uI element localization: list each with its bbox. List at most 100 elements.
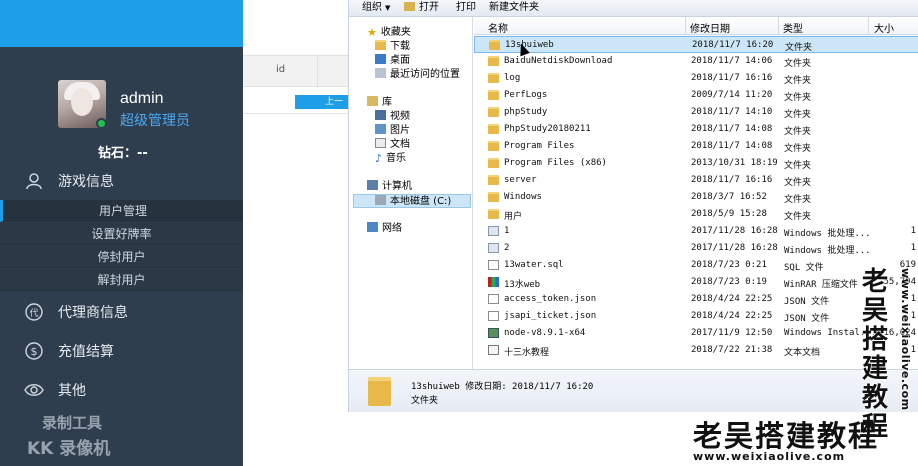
- menu-agent-info[interactable]: 代 代理商信息: [0, 297, 243, 327]
- user-icon: [26, 173, 42, 190]
- user-name: admin: [120, 90, 164, 107]
- file-row[interactable]: BaiduNetdiskDownload 2018/11/7 14:06 文件夹: [474, 53, 918, 70]
- file-date: 2018/11/7 16:16: [691, 175, 773, 185]
- submenu-user-management[interactable]: 用户管理: [0, 200, 243, 222]
- file-name: Windows: [504, 192, 542, 202]
- file-list-header: 名称 修改日期 类型 大小: [474, 17, 918, 35]
- column-size-header[interactable]: 大小: [874, 20, 894, 35]
- file-row[interactable]: access_token.json 2018/4/24 22:25 JSON 文件 1: [474, 291, 918, 308]
- vertical-watermark-url: www.weixiaolive.com: [899, 268, 912, 411]
- nav-pictures[interactable]: 图片: [375, 124, 410, 138]
- prev-page-button[interactable]: 上一: [295, 95, 348, 109]
- file-type: JSON 文件: [784, 297, 830, 307]
- music-icon: ♪: [375, 152, 383, 165]
- file-row[interactable]: phpStudy 2018/11/7 14:10 文件夹: [474, 104, 918, 121]
- column-name-header[interactable]: 名称: [488, 20, 508, 35]
- folder-icon: [488, 124, 499, 134]
- file-name: access_token.json: [504, 294, 597, 304]
- file-row[interactable]: 2 2017/11/28 16:28 Windows 批处理... 1: [474, 240, 918, 257]
- online-status-dot: [96, 118, 107, 129]
- nav-computer[interactable]: 计算机: [367, 180, 412, 194]
- file-row[interactable]: jsapi_ticket.json 2018/4/24 22:25 JSON 文件 1: [474, 308, 918, 325]
- submenu-ban-user[interactable]: 停封用户: [0, 246, 243, 268]
- nav-downloads[interactable]: 下载: [375, 40, 410, 54]
- file-name: jsapi_ticket.json: [504, 311, 597, 321]
- file-date: 2013/10/31 18:19: [691, 158, 778, 168]
- submenu-unban-user[interactable]: 解封用户: [0, 269, 243, 291]
- file-name: PerfLogs: [504, 90, 548, 100]
- folder-icon: [488, 56, 499, 66]
- open-icon: [404, 2, 415, 11]
- library-icon: [367, 96, 378, 106]
- nav-desktop[interactable]: 桌面: [375, 54, 410, 68]
- file-type: 文件夹: [784, 178, 812, 188]
- nav-network[interactable]: 网络: [367, 222, 402, 236]
- column-modified-header[interactable]: 修改日期: [690, 20, 730, 35]
- file-row[interactable]: PerfLogs 2009/7/14 11:20 文件夹: [474, 87, 918, 104]
- doc-icon: [488, 260, 499, 270]
- file-row[interactable]: Program Files (x86) 2013/10/31 18:19 文件夹: [474, 155, 918, 172]
- folder-icon: [488, 107, 499, 117]
- new-folder-button[interactable]: 新建文件夹: [489, 1, 539, 15]
- nav-music[interactable]: ♪ 音乐: [375, 152, 406, 166]
- file-row[interactable]: 十三水教程 2018/7/22 21:38 文本文档 1: [474, 342, 918, 359]
- file-row[interactable]: 用户 2018/5/9 15:28 文件夹: [474, 206, 918, 223]
- menu-other[interactable]: 其他: [0, 375, 243, 405]
- menu-game-info[interactable]: 游戏信息: [0, 166, 243, 196]
- picture-icon: [375, 124, 386, 134]
- txt-icon: [488, 345, 499, 355]
- file-type: WinRAR 压缩文件: [784, 280, 858, 290]
- file-row[interactable]: Windows 2018/3/7 16:52 文件夹: [474, 189, 918, 206]
- file-type: 文件夹: [784, 110, 812, 120]
- nav-videos[interactable]: 视频: [375, 110, 410, 124]
- nav-recent[interactable]: 最近访问的位置: [375, 68, 460, 82]
- table-header: id: [243, 55, 348, 88]
- file-type: 文件夹: [784, 161, 812, 171]
- screen: admin 超级管理员 钻石：-- 游戏信息 用户管理 设置好牌率 停封用户 解…: [0, 0, 918, 466]
- file-name: Program Files: [504, 141, 575, 151]
- menu-recharge[interactable]: $ 充值结算: [0, 336, 243, 366]
- file-type: Windows 批处理...: [784, 246, 871, 256]
- file-explorer-window: 组织 ▼ 打开 打印 新建文件夹 ★ 收藏夹 下载 桌面 最近访问的位置 库 视频 …: [348, 0, 918, 412]
- file-name: server: [504, 175, 537, 185]
- file-row[interactable]: 1 2017/11/28 16:28 Windows 批处理... 1: [474, 223, 918, 240]
- column-type-header[interactable]: 类型: [783, 20, 803, 35]
- doc-icon: [488, 311, 499, 321]
- nav-local-disk[interactable]: 本地磁盘 (C:): [353, 194, 471, 208]
- file-date: 2017/11/28 16:28: [691, 243, 778, 253]
- file-type: 文件夹: [784, 195, 812, 205]
- file-date: 2018/5/9 15:28: [691, 209, 767, 219]
- file-name: 十三水教程: [504, 348, 550, 358]
- menu-label: 其他: [58, 383, 86, 399]
- file-row[interactable]: PhpStudy20180211 2018/11/7 14:08 文件夹: [474, 121, 918, 138]
- file-name: 13shuiweb: [505, 40, 554, 50]
- file-row[interactable]: log 2018/11/7 16:16 文件夹: [474, 70, 918, 87]
- open-button[interactable]: 打开: [404, 1, 439, 15]
- file-row[interactable]: node-v8.9.1-x64 2017/11/9 12:50 Windows In…: [474, 325, 918, 342]
- file-row[interactable]: server 2018/11/7 16:16 文件夹: [474, 172, 918, 189]
- print-button[interactable]: 打印: [456, 1, 476, 15]
- file-list: 名称 修改日期 类型 大小 13shuiweb 2018/11/7 16:20 文件…: [474, 17, 918, 369]
- organize-menu[interactable]: 组织 ▼: [362, 1, 390, 15]
- file-name: phpStudy: [504, 107, 548, 117]
- file-date: 2018/7/23 0:21: [691, 260, 767, 270]
- file-name: 2: [504, 243, 510, 253]
- folder-icon: [488, 175, 499, 185]
- file-name: 1: [504, 226, 510, 236]
- star-icon: ★: [367, 26, 377, 39]
- folder-icon: [488, 73, 499, 83]
- file-date: 2018/7/22 21:38: [691, 345, 773, 355]
- recent-places-icon: [375, 68, 386, 78]
- submenu-set-card-rate[interactable]: 设置好牌率: [0, 223, 243, 245]
- nav-favorites[interactable]: ★ 收藏夹: [367, 26, 411, 40]
- admin-sidebar: admin 超级管理员 钻石：-- 游戏信息 用户管理 设置好牌率 停封用户 解…: [0, 0, 243, 466]
- batch-icon: [488, 226, 499, 236]
- nav-documents[interactable]: 文档: [375, 138, 410, 152]
- file-row[interactable]: 13水web 2018/7/23 0:19 WinRAR 压缩文件 55,794: [474, 274, 918, 291]
- file-row[interactable]: 13shuiweb 2018/11/7 16:20 文件夹: [474, 36, 918, 53]
- explorer-toolbar: 组织 ▼ 打开 打印 新建文件夹: [349, 0, 918, 17]
- file-row[interactable]: 13water.sql 2018/7/23 0:21 SQL 文件 619: [474, 257, 918, 274]
- file-type: SQL 文件: [784, 263, 824, 273]
- file-row[interactable]: Program Files 2018/11/7 14:08 文件夹: [474, 138, 918, 155]
- nav-libraries[interactable]: 库: [367, 96, 392, 110]
